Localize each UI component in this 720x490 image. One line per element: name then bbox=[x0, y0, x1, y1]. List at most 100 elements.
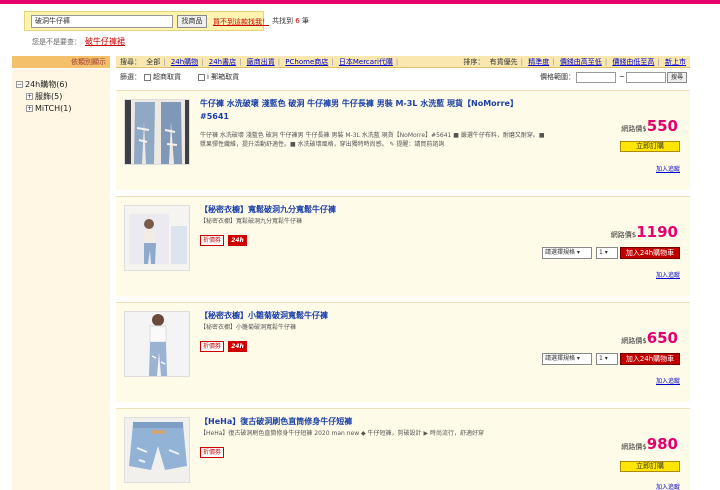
sort-options: 排序： 有貨優先 | 精準度 | 價錢由高至低 | 價錢由低至高 | 新上市 bbox=[463, 58, 686, 66]
scope-tabs: 搜尋： 全部 | 24h購物 | 24h書店 | 廠商出貨 | PChome商店 | 日本… bbox=[120, 58, 399, 66]
result-count: 共找到 6 筆 bbox=[272, 16, 309, 26]
sidebar-item-label: 24h購物(6) bbox=[25, 80, 68, 89]
price-amount: 980 bbox=[646, 435, 678, 453]
sidebar-item-label: MiTCH(1) bbox=[35, 104, 72, 113]
result-count-prefix: 共找到 bbox=[272, 17, 293, 25]
price-max-input[interactable] bbox=[626, 72, 666, 83]
price-range-dash: ~ bbox=[619, 73, 625, 81]
sort-price-asc[interactable]: 價錢由低至高 bbox=[612, 58, 654, 66]
filter-mailbox-pickup[interactable]: i 郵箱取貨 bbox=[198, 69, 239, 85]
sort-label: 排序： bbox=[463, 58, 485, 66]
price-range-label: 價格範圍： bbox=[540, 73, 575, 81]
24h-badge: 24h bbox=[228, 341, 247, 352]
add-to-cart-button[interactable]: 加入24h購物車 bbox=[620, 247, 680, 259]
add-to-cart-button[interactable]: 加入24h購物車 bbox=[620, 353, 680, 365]
add-to-watchlist-link[interactable]: 加入追蹤 bbox=[656, 376, 680, 385]
did-you-mean-suggestion[interactable]: 破牛仔褲裙 bbox=[85, 37, 125, 46]
buy-now-button[interactable]: 立即訂購 bbox=[620, 461, 680, 472]
product-title[interactable]: 牛仔褲 水洗破壞 淺藍色 破洞 牛仔褲男 牛仔長褲 男裝 M-3L 水洗藍 現貨… bbox=[200, 97, 530, 123]
add-to-watchlist-link[interactable]: 加入追蹤 bbox=[656, 270, 680, 279]
tab-24h-shopping[interactable]: 24h購物 bbox=[171, 58, 198, 66]
scope-label: 搜尋： bbox=[120, 58, 141, 66]
price-label: 網路價$ bbox=[621, 443, 647, 451]
quantity-value: 1 bbox=[599, 249, 603, 256]
filter-mailbox-pickup-label: i 郵箱取貨 bbox=[207, 73, 240, 81]
search-input[interactable]: 破洞牛仔褲 bbox=[31, 15, 173, 28]
jeans-photo-icon bbox=[125, 100, 189, 164]
coupon-badge: 折價券 bbox=[200, 235, 224, 246]
shorts-photo-icon bbox=[125, 418, 189, 482]
sidebar-item-label: 服飾(5) bbox=[35, 92, 63, 101]
price-min-input[interactable] bbox=[576, 72, 616, 83]
sidebar-item-24h[interactable]: −24h購物(6) bbox=[16, 79, 68, 90]
filter-store-pickup-label: 超商取貨 bbox=[153, 73, 181, 81]
price-amount: 550 bbox=[646, 117, 678, 135]
tab-mercari[interactable]: 日本Mercari代購 bbox=[339, 58, 393, 66]
product-price: 網路價$980 bbox=[621, 435, 678, 453]
product-row: 【秘密衣櫥】寬鬆破洞九分寬鬆牛仔褲 【秘密衣櫥】寬鬆破洞九分寬鬆牛仔褲 折價券 … bbox=[116, 196, 690, 296]
collapse-icon[interactable]: − bbox=[16, 81, 23, 88]
category-sidebar: −24h購物(6) + 服飾(5) + MiTCH(1) bbox=[12, 69, 110, 490]
product-row: 【秘密衣櫥】小雛菊破洞寬鬆牛仔褲 【秘密衣櫥】小雛菊破洞寬鬆牛仔褲 折價券 24… bbox=[116, 302, 690, 402]
tab-pchome-store[interactable]: PChome商店 bbox=[285, 58, 328, 66]
sort-relevance[interactable]: 精準度 bbox=[528, 58, 549, 66]
filter-bar: 篩選： 超商取貨 i 郵箱取貨 價格範圍： ~ 搜尋 bbox=[116, 69, 690, 85]
tab-all[interactable]: 全部 bbox=[146, 58, 160, 66]
price-label: 網路價$ bbox=[610, 231, 637, 239]
spec-select[interactable]: 請選擇規格 ▾ bbox=[542, 247, 592, 259]
filter-label: 篩選： bbox=[120, 73, 141, 81]
product-price: 網路價$550 bbox=[621, 117, 678, 135]
checkbox[interactable] bbox=[144, 73, 151, 81]
price-amount: 650 bbox=[646, 329, 678, 347]
model-photo-icon bbox=[125, 206, 189, 270]
product-image[interactable] bbox=[124, 99, 190, 165]
add-to-watchlist-link[interactable]: 加入追蹤 bbox=[656, 482, 680, 490]
sort-newest[interactable]: 新上市 bbox=[665, 58, 686, 66]
sort-in-stock[interactable]: 有貨優先 bbox=[490, 58, 518, 66]
price-search-button[interactable]: 搜尋 bbox=[667, 72, 687, 83]
search-button[interactable]: 找商品 bbox=[177, 15, 207, 28]
model-photo-icon bbox=[125, 312, 189, 376]
result-count-number: 6 bbox=[295, 17, 300, 25]
quantity-select[interactable]: 1 ▾ bbox=[596, 353, 618, 365]
quantity-select[interactable]: 1 ▾ bbox=[596, 247, 618, 259]
product-image[interactable] bbox=[124, 417, 190, 483]
top-brand-bar bbox=[0, 0, 720, 4]
expand-icon[interactable]: + bbox=[26, 105, 33, 112]
product-description: 【秘密衣櫥】寬鬆破洞九分寬鬆牛仔褲 bbox=[200, 218, 303, 225]
add-to-watchlist-link[interactable]: 加入追蹤 bbox=[656, 164, 680, 173]
sidebar-header[interactable]: 依類別顯示 bbox=[12, 56, 110, 68]
buy-now-button[interactable]: 立即訂購 bbox=[620, 141, 680, 152]
checkbox[interactable] bbox=[198, 73, 205, 81]
sidebar-item-clothing[interactable]: + 服飾(5) bbox=[26, 91, 62, 102]
product-title[interactable]: 【秘密衣櫥】寬鬆破洞九分寬鬆牛仔褲 bbox=[200, 203, 530, 216]
product-title[interactable]: 【HeHa】復古破洞刷色直筒修身牛仔短褲 bbox=[200, 415, 530, 428]
sidebar-item-mitch[interactable]: + MiTCH(1) bbox=[26, 104, 71, 113]
did-you-mean-label: 您是不是要查： bbox=[32, 38, 81, 46]
tab-24h-books[interactable]: 24h書店 bbox=[209, 58, 236, 66]
product-title[interactable]: 【秘密衣櫥】小雛菊破洞寬鬆牛仔褲 bbox=[200, 309, 530, 322]
sort-price-desc[interactable]: 價錢由高至低 bbox=[560, 58, 602, 66]
tab-vendor[interactable]: 廠商出貨 bbox=[247, 58, 275, 66]
product-row: 【HeHa】復古破洞刷色直筒修身牛仔短褲 【HeHa】復古破洞刷色直筒修身牛仔短… bbox=[116, 408, 690, 490]
search-bar: 破洞牛仔褲 找商品 買不到這款找我！ bbox=[24, 11, 269, 31]
did-you-mean: 您是不是要查： 破牛仔褲裙 bbox=[32, 36, 125, 47]
product-price: 網路價$1190 bbox=[611, 223, 678, 241]
spec-select-value: 請選擇規格 bbox=[545, 249, 576, 256]
product-image[interactable] bbox=[124, 311, 190, 377]
quantity-value: 1 bbox=[599, 355, 603, 362]
coupon-badge: 折價券 bbox=[200, 447, 224, 458]
product-image[interactable] bbox=[124, 205, 190, 271]
product-price: 網路價$650 bbox=[621, 329, 678, 347]
price-label: 網路價$ bbox=[621, 125, 647, 133]
product-description: 【HeHa】復古破洞刷色直筒修身牛仔短褲 2020 man new ◆ 牛仔短褲… bbox=[200, 430, 484, 437]
product-description: 牛仔褲 水洗破壞 淺藍色 破洞 牛仔褲男 牛仔長褲 男裝 M-3L 水洗藍 現貨… bbox=[200, 132, 545, 148]
price-amount: 1190 bbox=[636, 223, 678, 241]
24h-badge: 24h bbox=[228, 235, 247, 246]
spec-select[interactable]: 請選擇規格 ▾ bbox=[542, 353, 592, 365]
expand-icon[interactable]: + bbox=[26, 93, 33, 100]
filter-store-pickup[interactable]: 超商取貨 bbox=[144, 69, 181, 85]
search-scope-bar: 搜尋： 全部 | 24h購物 | 24h書店 | 廠商出貨 | PChome商店 | 日本… bbox=[116, 56, 690, 68]
price-label: 網路價$ bbox=[621, 337, 647, 345]
request-product-link[interactable]: 買不到這款找我！ bbox=[213, 17, 269, 27]
